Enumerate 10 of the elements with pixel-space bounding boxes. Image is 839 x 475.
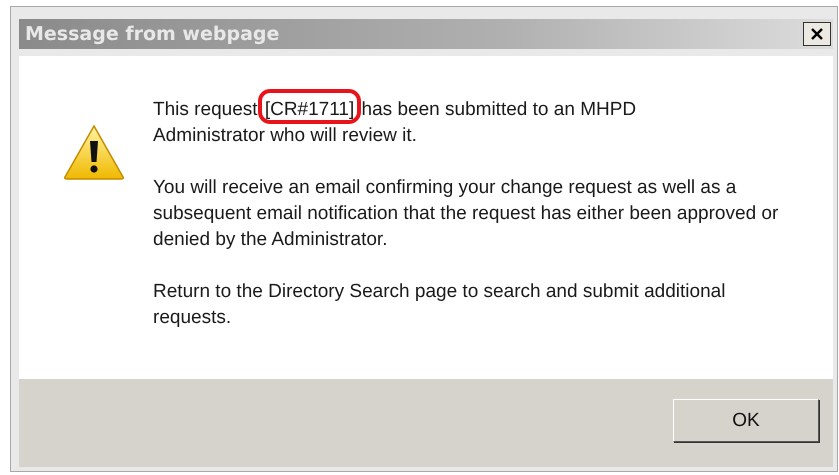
message-text: You will receive an email confirming your change request as well as a subsequent email notification that the request has either been approved or denied by the Administrator.: [153, 176, 780, 252]
close-icon: [810, 27, 824, 41]
warning-icon: [63, 124, 125, 180]
close-button[interactable]: [803, 22, 831, 46]
message-text: has been submitted to an MHPD: [360, 99, 636, 120]
ok-button[interactable]: OK: [673, 399, 819, 442]
window-title: Message from webpage: [25, 23, 280, 45]
message-text: Return to the Directory Search page to search and submit additional requests.: [153, 280, 726, 330]
message-text: This request: [153, 99, 259, 120]
message-text: Administrator who will review it.: [153, 125, 417, 146]
